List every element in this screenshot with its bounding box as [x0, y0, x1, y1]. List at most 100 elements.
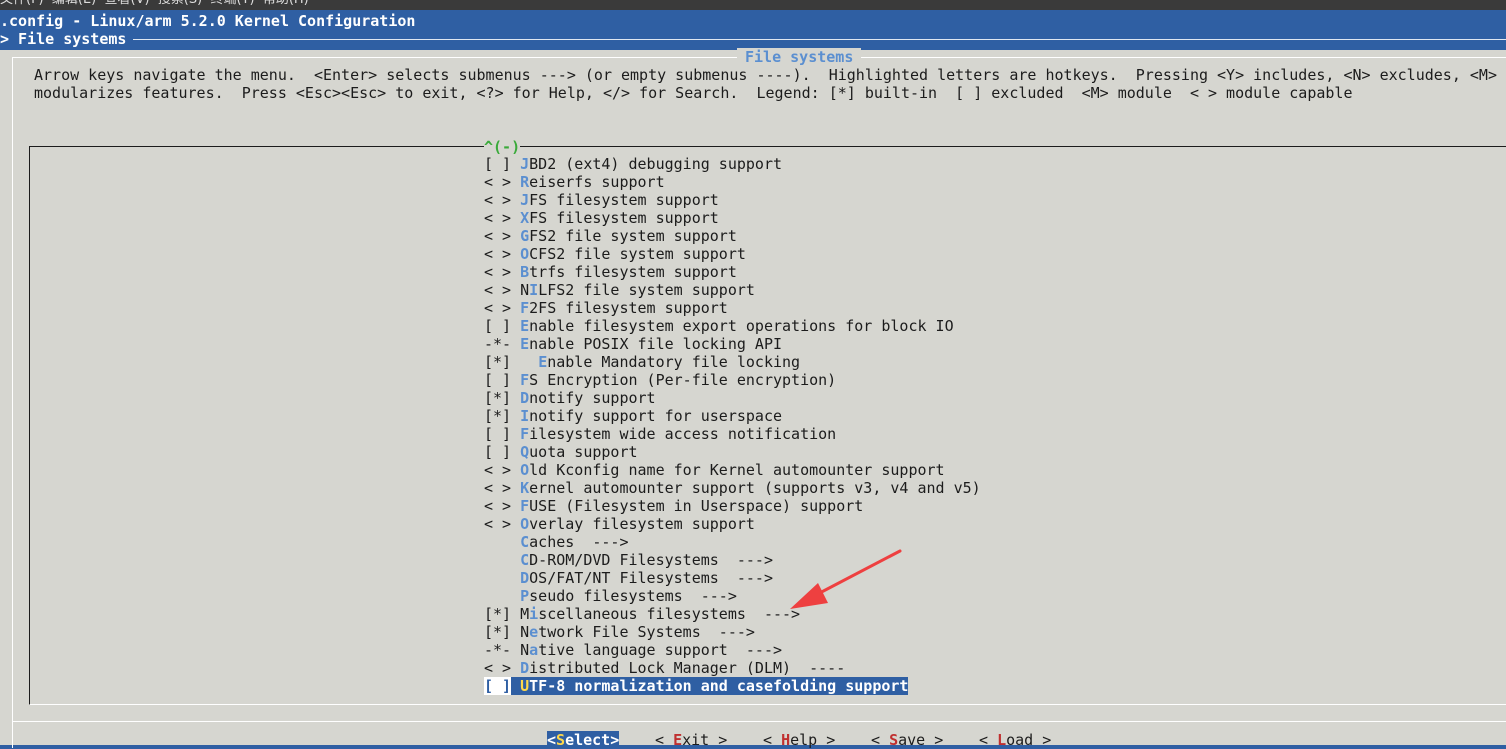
- menu-item-label: nable filesystem export operations for b…: [529, 317, 954, 335]
- menu-item-label: uota support: [529, 443, 638, 461]
- menu-item-state[interactable]: < >: [484, 497, 511, 515]
- menu-item[interactable]: < > FUSE (Filesystem in Userspace) suppo…: [484, 497, 863, 515]
- button-bracket: <: [547, 731, 557, 749]
- menu-item-label: LFS2 file system support: [538, 281, 755, 299]
- menu-item[interactable]: -*- Native language support --->: [484, 641, 782, 659]
- menu-item-state[interactable]: [484, 533, 511, 551]
- menu-item-state[interactable]: < >: [484, 479, 511, 497]
- menu-item-state[interactable]: [*]: [484, 605, 511, 623]
- menu-item[interactable]: [ ] Quota support: [484, 443, 638, 461]
- menu-item-hotkey: F: [520, 497, 530, 515]
- menu-item-label: CFS2 file system support: [529, 245, 746, 263]
- menu-item-state[interactable]: [*]: [484, 353, 511, 371]
- menu-item-state[interactable]: < >: [484, 227, 511, 245]
- menu-item-state[interactable]: < >: [484, 659, 511, 677]
- menu-item-state[interactable]: -*-: [484, 641, 511, 659]
- menu-item-hotkey: C: [520, 551, 530, 569]
- menu-item-state[interactable]: [*]: [484, 407, 511, 425]
- menu-item[interactable]: < > NILFS2 file system support: [484, 281, 755, 299]
- menu-item-state[interactable]: [ ]: [484, 371, 511, 389]
- menu-item[interactable]: < > Distributed Lock Manager (DLM) ----: [484, 659, 845, 677]
- menu-item[interactable]: [*] Network File Systems --->: [484, 623, 755, 641]
- menu-item[interactable]: [ ] Enable filesystem export operations …: [484, 317, 954, 335]
- menu-item-label-prefix: N: [520, 623, 530, 641]
- system-menubar: 文件(F) 编辑(E) 查看(V) 搜索(S) 终端(T) 帮助(H): [0, 0, 1506, 10]
- menu-item[interactable]: [*] Miscellaneous filesystems --->: [484, 605, 800, 623]
- menu-item-state[interactable]: < >: [484, 245, 511, 263]
- menu-item[interactable]: < > Overlay filesystem support: [484, 515, 755, 533]
- menu-item-state[interactable]: < >: [484, 209, 511, 227]
- menu-item-label: twork File Systems --->: [538, 623, 755, 641]
- menu-item[interactable]: [ ] JBD2 (ext4) debugging support: [484, 155, 782, 173]
- menu-item-state[interactable]: < >: [484, 281, 511, 299]
- menu-item-state[interactable]: < >: [484, 191, 511, 209]
- button-label: oad >: [1006, 731, 1052, 749]
- menu-item-state[interactable]: [484, 551, 511, 569]
- exit-button[interactable]: < Exit >: [655, 731, 727, 749]
- menu-item[interactable]: -*- Enable POSIX file locking API: [484, 335, 782, 353]
- menu-item[interactable]: Caches --->: [484, 533, 629, 551]
- menu-item-state[interactable]: -*-: [484, 335, 511, 353]
- select-button[interactable]: <Select>: [547, 731, 620, 749]
- menu-item-state[interactable]: [ ]: [484, 425, 511, 443]
- save-button[interactable]: < Save >: [871, 731, 943, 749]
- menu-item-state[interactable]: [484, 587, 511, 605]
- menu-item[interactable]: DOS/FAT/NT Filesystems --->: [484, 569, 773, 587]
- menu-item-state[interactable]: [ ]: [484, 155, 511, 173]
- menu-item-state[interactable]: [*]: [484, 623, 511, 641]
- menu-item-hotkey: a: [529, 641, 539, 659]
- menu-item-hotkey: P: [520, 587, 530, 605]
- load-button[interactable]: < Load >: [979, 731, 1051, 749]
- menu-item[interactable]: < > GFS2 file system support: [484, 227, 737, 245]
- menu-item-label: notify support for userspace: [529, 407, 783, 425]
- button-bracket: <: [871, 731, 890, 749]
- menu-item[interactable]: < > Kernel automounter support (supports…: [484, 479, 981, 497]
- menu-item[interactable]: [ ] Filesystem wide access notification: [484, 425, 836, 443]
- menu-item[interactable]: [*] Dnotify support: [484, 389, 656, 407]
- menu-item-hotkey: D: [520, 659, 530, 677]
- menu-item-hotkey: F: [520, 371, 530, 389]
- menu-item-state[interactable]: < >: [484, 173, 511, 191]
- menu-item[interactable]: [ ] FS Encryption (Per-file encryption): [484, 371, 836, 389]
- menu-item-state[interactable]: [484, 569, 511, 587]
- menu-item-state[interactable]: < >: [484, 299, 511, 317]
- menu-item[interactable]: [*] Inotify support for userspace: [484, 407, 782, 425]
- menu-item-state[interactable]: [ ]: [484, 443, 511, 461]
- menu-item-state[interactable]: [ ]: [484, 677, 512, 695]
- button-hotkey: E: [673, 731, 683, 749]
- help-button[interactable]: < Help >: [763, 731, 835, 749]
- menu-item-hotkey: K: [520, 479, 530, 497]
- menu-item[interactable]: < > Old Kconfig name for Kernel automoun…: [484, 461, 945, 479]
- menu-item[interactable]: Pseudo filesystems --->: [484, 587, 737, 605]
- button-bracket: <: [979, 731, 998, 749]
- menu-item-label-prefix: M: [520, 605, 530, 623]
- button-bracket: <: [655, 731, 674, 749]
- button-hotkey: S: [889, 731, 899, 749]
- menu-item-state[interactable]: [ ]: [484, 317, 511, 335]
- menu-item-state[interactable]: [*]: [484, 389, 511, 407]
- menu-item-label: scellaneous filesystems --->: [538, 605, 801, 623]
- menu-item[interactable]: < > Reiserfs support: [484, 173, 665, 191]
- help-line-1: Arrow keys navigate the menu. <Enter> se…: [34, 66, 1497, 84]
- menu-item-label: verlay filesystem support: [529, 515, 755, 533]
- menu-item-state[interactable]: < >: [484, 461, 511, 479]
- menu-item[interactable]: CD-ROM/DVD Filesystems --->: [484, 551, 773, 569]
- menu-item[interactable]: < > F2FS filesystem support: [484, 299, 728, 317]
- menu-item-label: OS/FAT/NT Filesystems --->: [529, 569, 773, 587]
- menu-item-label: aches --->: [529, 533, 629, 551]
- menu-item[interactable]: < > Btrfs filesystem support: [484, 263, 737, 281]
- menu-item-hotkey: I: [529, 281, 539, 299]
- menu-item-selected[interactable]: [ ] UTF-8 normalization and casefolding …: [484, 677, 909, 695]
- menu-item-state[interactable]: < >: [484, 515, 511, 533]
- menu-item-hotkey: B: [520, 263, 530, 281]
- menu-item[interactable]: < > OCFS2 file system support: [484, 245, 746, 263]
- menu-item[interactable]: < > XFS filesystem support: [484, 209, 719, 227]
- menu-item-label: ilesystem wide access notification: [529, 425, 837, 443]
- menu-item-state[interactable]: < >: [484, 263, 511, 281]
- dialog-title: File systems: [737, 48, 862, 66]
- menu-item[interactable]: < > JFS filesystem support: [484, 191, 719, 209]
- menu-item-hotkey: O: [520, 461, 530, 479]
- menu-item[interactable]: [*] Enable Mandatory file locking: [484, 353, 800, 371]
- menu-item-label: ld Kconfig name for Kernel automounter s…: [529, 461, 945, 479]
- menu-item-label: FS filesystem support: [529, 209, 719, 227]
